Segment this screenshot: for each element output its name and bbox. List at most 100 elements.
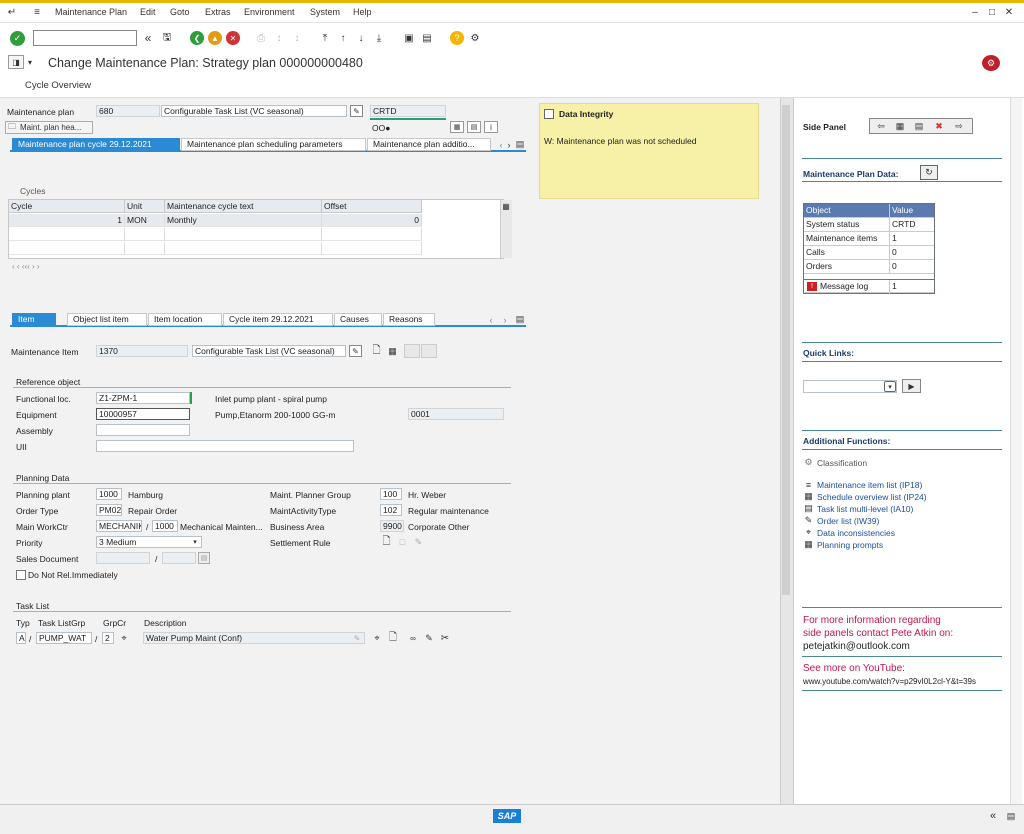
exit-icon[interactable]: ↵ xyxy=(5,5,19,19)
exit-up-icon[interactable]: ▲ xyxy=(208,31,222,45)
binoculars-icon[interactable]: ⌖ xyxy=(117,631,131,645)
task-list-type-field[interactable]: A xyxy=(16,632,26,644)
double-chevron-left-icon[interactable]: « xyxy=(141,30,155,46)
menu-help[interactable]: Help xyxy=(353,7,372,17)
new-session-icon[interactable]: ▣ xyxy=(402,31,416,45)
tab-list-icon[interactable]: ▤ xyxy=(514,138,526,151)
long-text-icon[interactable]: ✎ xyxy=(350,105,363,117)
unit-value[interactable]: MON xyxy=(125,214,165,227)
menu-extras[interactable]: Extras xyxy=(205,7,231,17)
menu-maintenance-plan[interactable]: Maintenance Plan xyxy=(55,7,127,17)
main-workctr-field[interactable]: MECHANIK xyxy=(96,520,142,532)
scrollbar-thumb[interactable] xyxy=(782,105,790,595)
table-settings-icon[interactable]: ▦ xyxy=(500,201,512,212)
shortcut-icon[interactable]: ▤ xyxy=(420,31,434,45)
gui-options-icon[interactable]: ⚙ xyxy=(982,55,1000,71)
gear-icon[interactable]: ⚙ xyxy=(468,31,482,45)
next-page-icon[interactable]: ↓ xyxy=(354,31,368,45)
print-icon[interactable]: ⎙ xyxy=(254,31,268,45)
quick-links-dropdown[interactable] xyxy=(803,380,897,393)
find-icon[interactable]: ↕ xyxy=(272,31,286,45)
planner-group-field[interactable]: 100 xyxy=(380,488,402,500)
info-icon[interactable]: i xyxy=(484,121,498,133)
command-field[interactable] xyxy=(33,30,137,46)
menu-icon[interactable]: ≡ xyxy=(30,5,44,19)
last-page-icon[interactable]: ⤓ xyxy=(372,31,386,45)
menu-goto[interactable]: Goto xyxy=(170,7,190,17)
settlement-rule-document-icon[interactable]: 🗋 xyxy=(380,535,393,549)
maintenance-item-description[interactable]: Configurable Task List (VC seasonal) xyxy=(192,345,346,357)
priority-dropdown[interactable]: 3 Medium xyxy=(96,536,202,548)
planning-plant-field[interactable]: 1000 xyxy=(96,488,122,500)
link-schedule-overview[interactable]: Schedule overview list (IP24) xyxy=(817,492,927,502)
table-cell-empty[interactable] xyxy=(9,242,125,255)
help-icon[interactable]: ? xyxy=(450,31,464,45)
task-list-long-text-icon[interactable]: ✎ xyxy=(351,632,363,644)
menu-environment[interactable]: Environment xyxy=(244,7,295,17)
previous-page-icon[interactable]: ↑ xyxy=(336,31,350,45)
workctr-plant-field[interactable]: 1000 xyxy=(152,520,178,532)
tab-object-list-item[interactable]: Object list item xyxy=(67,313,147,326)
classification-link[interactable]: Classification xyxy=(817,458,867,468)
offset-value[interactable]: 0 xyxy=(322,214,422,227)
tab-reasons[interactable]: Reasons xyxy=(383,313,435,326)
item-tab-scroll-left-icon[interactable]: ‹ xyxy=(486,313,496,326)
tab-causes[interactable]: Causes xyxy=(334,313,382,326)
item-table-icon[interactable]: ▦ xyxy=(386,344,399,358)
link-planning-prompts[interactable]: Planning prompts xyxy=(817,540,883,550)
data-integrity-checkbox[interactable] xyxy=(544,109,554,119)
tab-plan-additional[interactable]: Maintenance plan additio... xyxy=(367,138,491,151)
maintenance-plan-description[interactable]: Configurable Task List (VC seasonal) xyxy=(161,105,347,117)
status-list-icon[interactable]: ▦ xyxy=(450,121,464,133)
table-cell-empty[interactable] xyxy=(322,228,422,241)
link-task-list-multilevel[interactable]: Task list multi-level (IA10) xyxy=(817,504,913,514)
item-empty-button-2[interactable] xyxy=(421,344,437,358)
tab-item[interactable]: Item xyxy=(12,313,56,326)
collapse-status-icon[interactable]: « xyxy=(986,809,1000,823)
cycle-overview-button[interactable]: Cycle Overview xyxy=(25,80,91,91)
table-cell-empty[interactable] xyxy=(125,228,165,241)
item-empty-button-1[interactable] xyxy=(404,344,420,358)
contact-email[interactable]: petejatkin@outlook.com xyxy=(803,641,910,652)
task-list-group-field[interactable]: PUMP_WAT xyxy=(36,632,92,644)
arrow-right-icon[interactable]: ⇨ xyxy=(950,120,968,132)
task-list-display-icon[interactable]: ⌖ xyxy=(370,631,384,645)
arrow-left-icon[interactable]: ⇦ xyxy=(872,120,890,132)
status-detail-icon[interactable]: ▤ xyxy=(467,121,481,133)
table-row[interactable]: Message log 1 xyxy=(804,279,934,294)
link-data-inconsistencies[interactable]: Data inconsistencies xyxy=(817,528,895,538)
cycle-text-value[interactable]: Monthly xyxy=(165,214,322,227)
close-panel-icon[interactable]: ✖ xyxy=(930,120,948,132)
assembly-field[interactable] xyxy=(96,424,190,436)
enter-icon[interactable]: ✓ xyxy=(10,31,25,46)
link-order-list[interactable]: Order list (IW39) xyxy=(817,516,879,526)
status-options-icon[interactable]: ▤ xyxy=(1004,809,1018,823)
table-cell-empty[interactable] xyxy=(165,242,322,255)
task-list-glasses-icon[interactable]: ∞ xyxy=(406,631,420,645)
item-document-icon[interactable]: 🗋 xyxy=(370,344,383,358)
do-not-release-checkbox[interactable] xyxy=(16,570,26,580)
uii-field[interactable] xyxy=(96,440,354,452)
cancel-icon[interactable]: ✕ xyxy=(226,31,240,45)
maximize-icon[interactable]: □ xyxy=(985,5,999,19)
execute-link-icon[interactable]: ▶ xyxy=(902,379,921,393)
minimize-icon[interactable]: – xyxy=(968,5,982,19)
sales-document-help-icon[interactable]: ▤ xyxy=(198,552,210,564)
tab-scroll-right-icon[interactable]: › xyxy=(504,138,514,151)
settlement-rule-edit-icon[interactable]: ✎ xyxy=(412,535,425,549)
close-window-icon[interactable]: ✕ xyxy=(1002,5,1016,19)
cycles-horizontal-scroll[interactable]: ‹ ‹ ‹‹‹ › › xyxy=(12,262,40,271)
table-cell-empty[interactable] xyxy=(165,228,322,241)
item-long-text-icon[interactable]: ✎ xyxy=(349,345,362,357)
functional-location-field[interactable]: Z1-ZPM-1 xyxy=(96,392,190,404)
back-icon[interactable]: ❮ xyxy=(190,31,204,45)
youtube-link[interactable]: www.youtube.com/watch?v=p29vI0L2cl-Y&t=3… xyxy=(803,677,976,686)
task-list-counter-field[interactable]: 2 xyxy=(102,632,114,644)
table-cell-empty[interactable] xyxy=(9,228,125,241)
side-panel-scrollbar[interactable] xyxy=(1010,98,1022,804)
activity-type-field[interactable]: 102 xyxy=(380,504,402,516)
first-page-icon[interactable]: ⤒ xyxy=(318,31,332,45)
tab-plan-cycle[interactable]: Maintenance plan cycle 29.12.2021 xyxy=(12,138,180,151)
task-list-delete-icon[interactable]: ✂ xyxy=(438,631,452,645)
order-type-field[interactable]: PM02 xyxy=(96,504,122,516)
